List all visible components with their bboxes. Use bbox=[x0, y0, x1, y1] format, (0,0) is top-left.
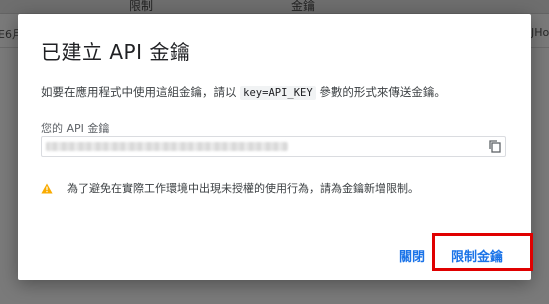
background-row-key-fragment: JHo bbox=[531, 26, 549, 39]
api-key-field[interactable] bbox=[41, 136, 506, 157]
close-button[interactable]: 關閉 bbox=[399, 246, 425, 265]
background-table-header: 限制 金鑰 bbox=[0, 0, 549, 14]
description-code: key=API_KEY bbox=[240, 86, 316, 100]
api-key-label: 您的 API 金鑰 bbox=[41, 122, 110, 135]
api-key-created-dialog: 已建立 API 金鑰 如要在應用程式中使用這組金鑰，請以 key=API_KEY… bbox=[18, 14, 533, 280]
api-key-value-redacted bbox=[46, 142, 288, 151]
column-header-restrictions: 限制 bbox=[129, 0, 154, 13]
dialog-title: 已建立 API 金鑰 bbox=[41, 40, 191, 64]
dialog-description: 如要在應用程式中使用這組金鑰，請以 key=API_KEY 參數的形式來傳送金鑰… bbox=[41, 84, 446, 100]
warning-text: 為了避免在實際工作環境中出現未授權的使用行為，請為金鑰新增限制。 bbox=[67, 182, 419, 195]
description-text-before: 如要在應用程式中使用這組金鑰，請以 bbox=[41, 85, 237, 99]
warning-icon bbox=[41, 183, 53, 194]
column-header-key: 金鑰 bbox=[291, 0, 316, 13]
restriction-warning: 為了避免在實際工作環境中出現未授權的使用行為，請為金鑰新增限制。 bbox=[41, 180, 419, 196]
copy-icon[interactable] bbox=[488, 139, 502, 153]
description-text-after: 參數的形式來傳送金鑰。 bbox=[319, 85, 446, 99]
restrict-key-button[interactable]: 限制金鑰 bbox=[451, 246, 503, 265]
